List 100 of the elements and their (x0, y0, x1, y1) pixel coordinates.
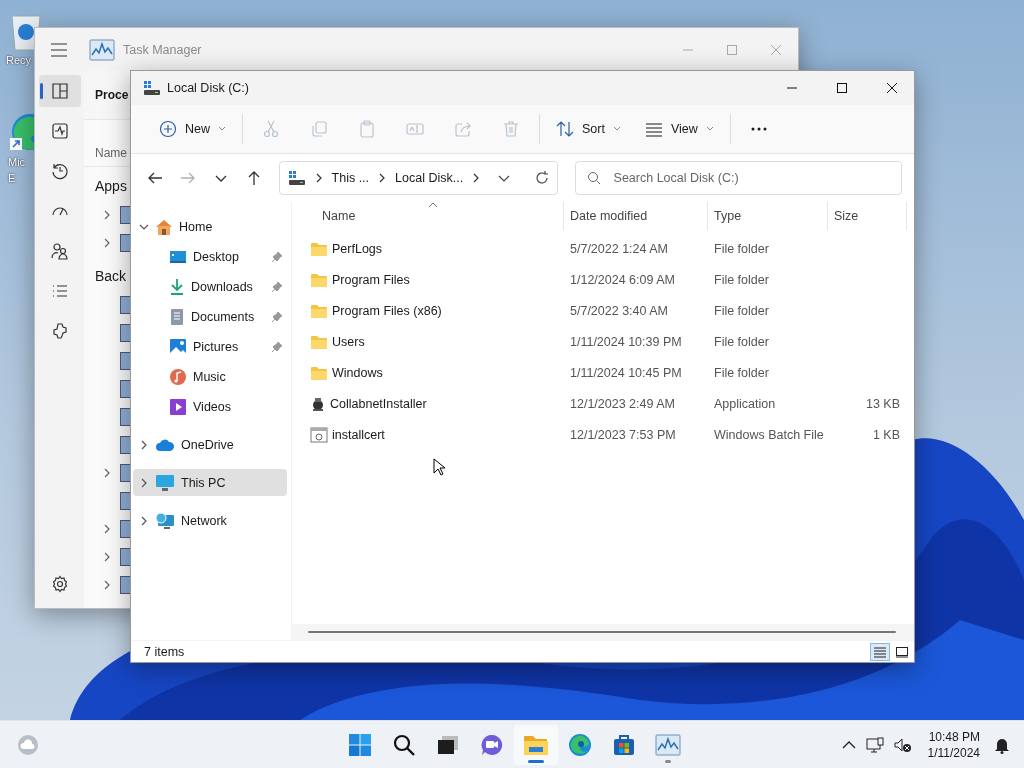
caret-icon (705, 126, 714, 132)
file-size: 13 KB (865, 396, 900, 411)
sidebar-item[interactable]: This PC (133, 469, 287, 496)
breadcrumb[interactable]: This ... (331, 171, 370, 185)
breadcrumb[interactable]: Local Disk... (395, 171, 464, 185)
sidebar-item[interactable]: Home (133, 213, 287, 240)
folder-icon (310, 240, 328, 257)
file-size: 1 KB (872, 427, 900, 442)
stacked-windows-icon[interactable] (436, 733, 460, 757)
new-button[interactable]: New (151, 113, 234, 145)
sidebar-item[interactable]: Music (133, 363, 287, 390)
file-type: File folder (714, 365, 769, 380)
chevron-right-icon (102, 468, 112, 478)
clock[interactable]: 10:48 PM 1/11/2024 (927, 729, 980, 761)
folder-icon (310, 271, 328, 288)
sort-button[interactable]: Sort (548, 113, 629, 145)
chevron-right-icon (102, 210, 112, 220)
sidebar-item[interactable]: Desktop (133, 243, 287, 270)
chevron-up-icon[interactable] (841, 740, 856, 750)
chart-window-icon[interactable] (655, 734, 681, 756)
file-name[interactable]: CollabnetInstaller (330, 396, 427, 411)
cloud-icon (155, 437, 175, 452)
nav-button[interactable] (38, 75, 81, 107)
maximize-icon (727, 44, 737, 55)
chevron-right-icon (102, 580, 112, 590)
menu-icon[interactable] (51, 42, 67, 57)
details-view-icon (873, 645, 887, 658)
shopping-bag-icon[interactable] (612, 733, 636, 757)
chevron-right-icon (102, 238, 112, 248)
speaker-muted-icon[interactable] (893, 737, 912, 753)
list-icon[interactable] (50, 282, 69, 300)
pulse-icon[interactable] (50, 122, 69, 140)
chevron-right-icon (139, 477, 149, 488)
folder-icon (310, 333, 328, 350)
date-modified: 12/1/2023 2:49 AM (570, 396, 675, 411)
column-header[interactable]: Size (834, 209, 859, 223)
sidebar-item[interactable]: Network (133, 507, 287, 534)
sort-icon (556, 120, 574, 138)
music-note-icon (169, 367, 187, 386)
group-heading: Back (95, 268, 127, 284)
file-name[interactable]: Program Files (x86) (332, 303, 442, 318)
chart-window-icon[interactable] (89, 38, 115, 61)
share-icon (454, 120, 472, 138)
chevron-right-icon (102, 552, 112, 562)
address-bar[interactable]: This ... Local Disk... (278, 161, 558, 195)
desktop-icon-label: Recy (6, 53, 32, 68)
date-modified: 5/7/2022 1:24 AM (570, 241, 668, 256)
details-view-button[interactable] (870, 642, 890, 661)
date-modified: 5/7/2022 3:40 AM (570, 303, 668, 318)
column-header[interactable]: Type (714, 209, 742, 223)
column-header[interactable]: Name (322, 209, 356, 223)
refresh-icon[interactable] (534, 171, 549, 185)
swirl-icon[interactable] (568, 733, 592, 757)
folder-icon[interactable] (523, 733, 549, 757)
history-clock-icon[interactable] (50, 162, 69, 180)
horizontal-scrollbar[interactable] (292, 624, 914, 640)
shortcut-arrow-icon (10, 138, 22, 150)
date-modified: 1/11/2024 10:45 PM (570, 365, 682, 380)
network-icon (155, 511, 175, 530)
desktop-icon-label: Mic E (8, 155, 26, 186)
chat-bubble-icon[interactable] (480, 733, 504, 757)
chevron-right-icon (139, 515, 149, 526)
file-name[interactable]: installcert (332, 427, 385, 442)
video-icon (169, 397, 187, 416)
pin-icon (271, 280, 283, 293)
file-name[interactable]: Windows (332, 365, 383, 380)
file-name[interactable]: PerfLogs (332, 241, 383, 256)
bell-icon[interactable] (994, 736, 1010, 754)
monitor-icon[interactable] (865, 737, 884, 753)
folder-icon (310, 364, 328, 381)
date-modified: 1/11/2024 10:39 PM (570, 334, 682, 349)
sidebar-item[interactable]: Documents (133, 303, 287, 330)
monitor-icon (155, 473, 175, 492)
view-button[interactable]: View (636, 113, 722, 145)
rename-icon (406, 120, 424, 138)
sidebar-item[interactable]: Videos (133, 393, 287, 420)
sidebar-item[interactable]: Pictures (133, 333, 287, 360)
file-name[interactable]: Users (332, 334, 365, 349)
batch-file-icon (310, 426, 328, 443)
cursor-icon (433, 458, 445, 476)
settings-icon[interactable] (50, 575, 69, 593)
four-squares-icon[interactable] (348, 733, 372, 757)
search-icon[interactable] (392, 733, 416, 757)
column-header[interactable]: Date modified (570, 209, 648, 223)
window-title: Local Disk (C:) (167, 81, 249, 95)
plus-circle-icon (159, 120, 177, 138)
panels-icon[interactable] (50, 82, 69, 100)
puzzle-icon[interactable] (50, 322, 69, 340)
sidebar-item[interactable]: OneDrive (133, 431, 287, 458)
search-field[interactable]: Search Local Disk (C:) (574, 161, 902, 195)
date-modified: 1/12/2024 6:09 AM (570, 272, 675, 287)
sidebar-item[interactable]: Downloads (133, 273, 287, 300)
clipboard-icon (358, 120, 376, 138)
users-icon[interactable] (50, 242, 69, 260)
file-name[interactable]: Program Files (332, 272, 410, 287)
close-icon (771, 44, 781, 55)
pin-icon (271, 250, 283, 263)
list-icon (644, 120, 663, 138)
caret-icon (612, 126, 621, 132)
maximize-icon (837, 83, 847, 93)
